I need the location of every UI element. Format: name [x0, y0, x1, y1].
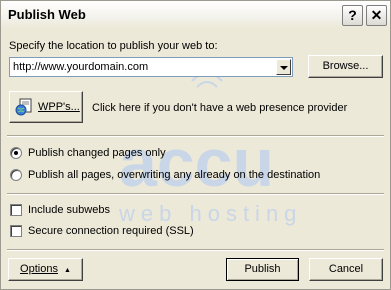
chevron-up-icon: ▲ [64, 267, 71, 274]
wpp-button-label: WPP's... [38, 101, 80, 113]
checkbox-include-subwebs[interactable] [10, 204, 22, 216]
help-button[interactable]: ? [342, 5, 363, 26]
location-prompt: Specify the location to publish your web… [9, 40, 218, 52]
globe-document-icon [15, 98, 32, 116]
radio-publish-changed-label[interactable]: Publish changed pages only [28, 147, 166, 159]
options-button[interactable]: Options ▲ [8, 258, 83, 281]
checkbox-secure-ssl[interactable] [10, 225, 22, 237]
publish-web-dialog: Publish Web ? ✕ accu web hosting Specify… [0, 0, 391, 290]
chevron-down-icon[interactable] [276, 59, 291, 75]
separator [7, 193, 384, 195]
checkbox-include-subwebs-label[interactable]: Include subwebs [28, 204, 110, 216]
cancel-label: Cancel [328, 263, 364, 275]
radio-publish-changed[interactable] [10, 147, 22, 159]
cancel-button[interactable]: Cancel [309, 258, 383, 281]
separator [7, 249, 384, 251]
radio-publish-all-label[interactable]: Publish all pages, overwriting any alrea… [28, 169, 320, 181]
browse-label: Browse... [322, 60, 369, 72]
publish-button[interactable]: Publish [226, 258, 299, 281]
wpp-button[interactable]: WPP's... [9, 91, 83, 123]
browse-button[interactable]: Browse... [308, 55, 383, 78]
close-button[interactable]: ✕ [366, 5, 387, 26]
radio-publish-all[interactable] [10, 169, 22, 181]
location-combobox[interactable]: http://www.yourdomain.com [9, 57, 293, 77]
wpp-hint: Click here if you don't have a web prese… [92, 102, 348, 114]
options-label: Options [20, 263, 58, 275]
watermark-tagline: web hosting [118, 201, 302, 226]
window-title: Publish Web [8, 7, 86, 22]
watermark-wave-1 [196, 81, 218, 88]
location-value[interactable]: http://www.yourdomain.com [13, 61, 148, 73]
help-icon: ? [348, 7, 357, 23]
title-bar[interactable]: Publish Web ? ✕ [1, 1, 390, 28]
close-icon: ✕ [370, 7, 383, 23]
checkbox-secure-ssl-label[interactable]: Secure connection required (SSL) [28, 225, 194, 237]
separator [7, 135, 384, 137]
publish-label: Publish [244, 263, 281, 275]
